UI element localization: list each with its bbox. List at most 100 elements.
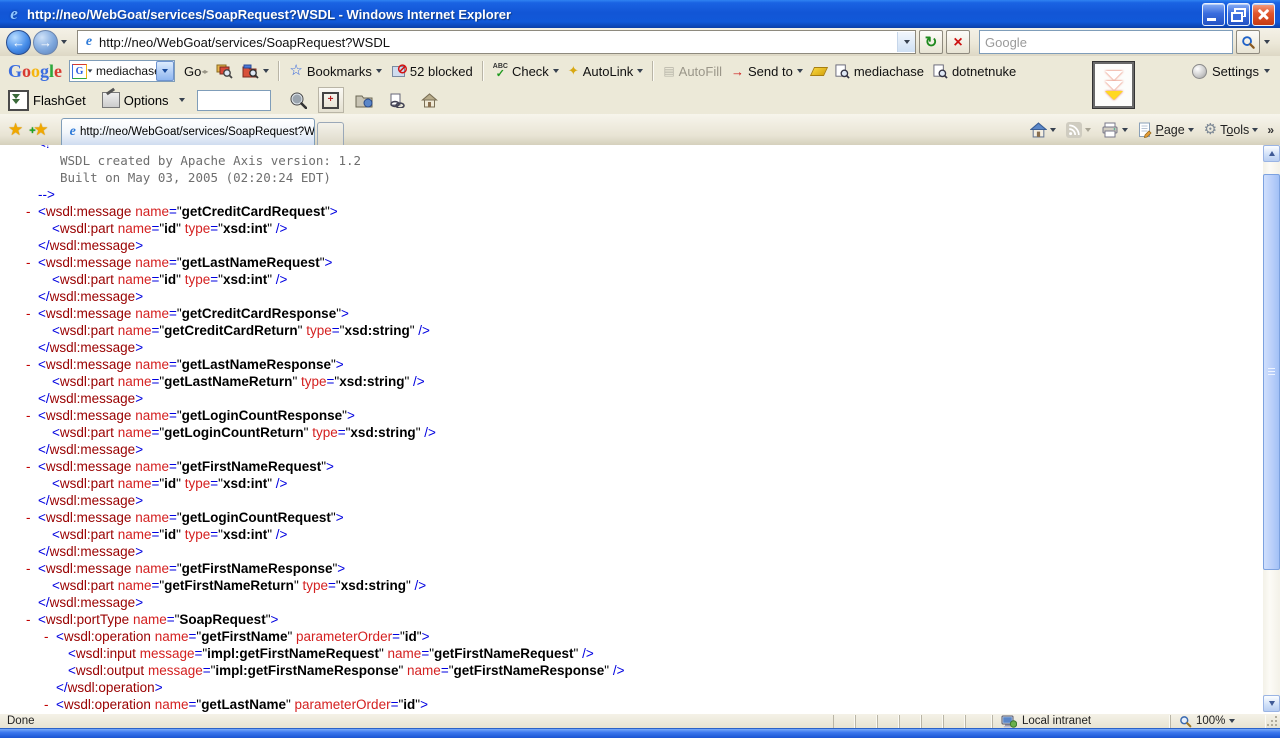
forward-arrow-icon: →: [39, 35, 52, 50]
restore-button[interactable]: [1227, 3, 1250, 26]
page-menu-button[interactable]: Page: [1135, 120, 1196, 140]
xml-token: ": [292, 374, 297, 389]
more-commands-chevron[interactable]: »: [1267, 123, 1274, 137]
google-search-dropdown-button[interactable]: [156, 61, 174, 81]
tools-menu-button[interactable]: ⚙ Tools: [1201, 121, 1262, 139]
collapse-marker[interactable]: -: [26, 254, 38, 271]
status-pane: [965, 715, 992, 728]
google-go-button[interactable]: Go: [184, 64, 201, 79]
download-chevron-icon: [1105, 81, 1123, 90]
xml-token: id: [164, 527, 176, 542]
send-to-button[interactable]: → Send to: [731, 64, 803, 79]
google-search-value[interactable]: mediachase: [93, 64, 156, 78]
vertical-scrollbar[interactable]: [1263, 145, 1280, 712]
flashget-download-page-button[interactable]: [384, 87, 410, 113]
collapse-marker[interactable]: -: [26, 305, 38, 322]
site1-label: mediachase: [854, 64, 924, 79]
xml-token: =: [169, 408, 177, 423]
collapse-marker[interactable]: -: [26, 407, 38, 424]
flashget-home-button[interactable]: [417, 87, 443, 113]
flashget-banner-button[interactable]: [1093, 62, 1134, 108]
xml-token: <: [38, 357, 46, 372]
chevron-down-icon: [797, 69, 803, 73]
xml-token: ": [176, 527, 181, 542]
popup-blocker-button[interactable]: ⊘ 52 blocked: [391, 64, 473, 79]
xml-token: wsdl:operation: [68, 680, 155, 695]
autolink-button[interactable]: ✦ AutoLink: [568, 63, 644, 79]
collapse-marker[interactable]: -: [44, 696, 56, 712]
scroll-up-button[interactable]: [1263, 145, 1280, 162]
highlighter-button[interactable]: [812, 67, 826, 76]
xml-line: </wsdl:message>: [0, 441, 1263, 458]
collapse-marker[interactable]: -: [26, 458, 38, 475]
scroll-down-button[interactable]: [1263, 695, 1280, 712]
scrollbar-thumb[interactable]: [1263, 174, 1280, 570]
flashget-search-input[interactable]: [198, 91, 270, 110]
flashget-button[interactable]: FlashGet: [8, 90, 86, 111]
chevron-down-icon[interactable]: [1229, 719, 1235, 723]
xml-line: </wsdl:message>: [0, 339, 1263, 356]
chevron-down-icon[interactable]: [263, 69, 269, 73]
collapse-marker[interactable]: -: [44, 628, 56, 645]
back-button[interactable]: ←: [6, 30, 31, 55]
xml-token: name: [388, 646, 422, 661]
flashget-capture-button[interactable]: +: [318, 87, 344, 113]
send-to-label: Send to: [748, 64, 793, 79]
stop-button[interactable]: ×: [946, 30, 970, 54]
search-folder-button[interactable]: [242, 63, 269, 79]
site-search-dotnetnuke-button[interactable]: dotnetnuke: [933, 64, 1016, 79]
chevron-down-icon[interactable]: [1050, 128, 1056, 132]
zoom-magnifier-icon: [1179, 715, 1192, 728]
add-favorite-button[interactable]: ★+: [33, 122, 48, 138]
history-dropdown-icon[interactable]: [61, 40, 67, 44]
chevron-down-icon[interactable]: [1122, 128, 1128, 132]
minimize-button[interactable]: [1202, 3, 1225, 26]
search-go-button[interactable]: [1236, 30, 1260, 54]
favorites-center-button[interactable]: ★: [8, 122, 23, 138]
address-input[interactable]: [97, 35, 897, 50]
flashget-options-button[interactable]: Options: [102, 92, 185, 108]
flashget-site-explorer-button[interactable]: [285, 87, 311, 113]
print-button[interactable]: [1098, 120, 1131, 140]
xml-line: </wsdl:operation>: [0, 679, 1263, 696]
google-search-combo[interactable]: G mediachase: [69, 60, 175, 82]
search-options-dropdown-icon[interactable]: [1264, 40, 1270, 44]
forward-button[interactable]: →: [33, 30, 58, 55]
address-dropdown-button[interactable]: [897, 32, 915, 52]
autofill-label: AutoFill: [679, 64, 722, 79]
site-search-mediachase-button[interactable]: mediachase: [835, 64, 924, 79]
collapse-marker[interactable]: -: [26, 611, 38, 628]
xml-token: getLoginCountResponse: [182, 408, 343, 423]
resize-grip[interactable]: [1266, 713, 1280, 729]
new-tab-button[interactable]: [317, 122, 344, 145]
close-button[interactable]: [1252, 3, 1275, 26]
search-site-button[interactable]: [216, 63, 233, 79]
zoom-control[interactable]: 100%: [1170, 715, 1266, 728]
refresh-button[interactable]: ↻: [919, 30, 943, 54]
spellcheck-button[interactable]: ABC✓ Check: [493, 64, 559, 79]
chevron-down-icon[interactable]: [88, 69, 93, 72]
xml-line: WSDL created by Apache Axis version: 1.2: [0, 152, 1263, 169]
collapse-marker[interactable]: -: [26, 356, 38, 373]
xml-token: wsdl:part: [60, 578, 114, 593]
xml-token: name: [135, 306, 169, 321]
collapse-marker[interactable]: -: [26, 560, 38, 577]
home-button[interactable]: [1027, 120, 1059, 140]
collapse-marker[interactable]: -: [26, 203, 38, 220]
navigation-bar: ← → e ↻ ×: [0, 28, 1280, 57]
xml-token: >: [347, 408, 355, 423]
search-input[interactable]: [980, 35, 1232, 50]
collapse-marker[interactable]: -: [26, 145, 38, 152]
xml-token: name: [118, 527, 152, 542]
xml-token: wsdl:part: [60, 221, 114, 236]
settings-button[interactable]: Settings: [1192, 64, 1270, 79]
xml-line: -<wsdl:message name="getCreditCardRespon…: [0, 305, 1263, 322]
bookmarks-button[interactable]: ☆ Bookmarks: [289, 64, 381, 79]
flashget-downloads-folder-button[interactable]: [351, 87, 377, 113]
collapse-marker[interactable]: -: [26, 509, 38, 526]
xml-token: >: [135, 595, 143, 610]
xml-token: <: [52, 425, 60, 440]
xml-token: type: [303, 578, 329, 593]
active-tab[interactable]: e http://neo/WebGoat/services/SoapReques…: [61, 118, 315, 145]
xml-line: <wsdl:part name="id" type="xsd:int" />: [0, 475, 1263, 492]
